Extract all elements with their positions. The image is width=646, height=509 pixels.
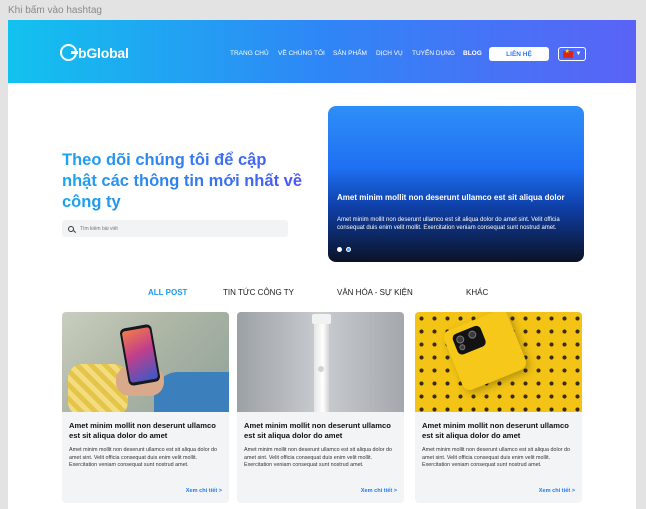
slider-dot-1[interactable] xyxy=(337,247,342,252)
nav-item-services[interactable]: DỊCH VỤ xyxy=(376,50,403,57)
logo-g-icon xyxy=(60,44,78,61)
read-more-link[interactable]: Xem chi tiết > xyxy=(186,488,222,494)
frame-label: Khi bấm vào hashtag xyxy=(8,5,102,16)
post-card[interactable]: Amet minim mollit non deserunt ullamco e… xyxy=(415,312,582,503)
blog-page: bGlobal TRANG CHỦ VỀ CHÚNG TÔI SẢN PHẨM … xyxy=(8,20,636,509)
logo[interactable]: bGlobal xyxy=(60,44,129,61)
featured-slider[interactable]: Amet minim mollit non deserunt ullamco e… xyxy=(328,106,584,262)
slider-dots xyxy=(337,247,351,252)
post-thumbnail-phone-in-hand xyxy=(62,312,229,412)
tab-company-news[interactable]: TIN TỨC CÔNG TY xyxy=(223,288,294,297)
post-excerpt: Amet minim mollit non deserunt ullamco e… xyxy=(244,447,393,468)
logo-text: bGlobal xyxy=(78,44,129,61)
tab-culture-events[interactable]: VĂN HÓA - SỰ KIỆN xyxy=(337,288,413,297)
post-excerpt: Amet minim mollit non deserunt ullamco e… xyxy=(422,447,571,468)
tab-all-post[interactable]: ALL POST xyxy=(148,288,187,297)
search-icon xyxy=(68,225,74,232)
tab-other[interactable]: KHÁC xyxy=(466,288,488,297)
post-excerpt: Amet minim mollit non deserunt ullamco e… xyxy=(69,447,218,468)
nav-item-blog[interactable]: BLOG xyxy=(463,50,482,57)
search-bar[interactable] xyxy=(62,220,288,237)
contact-button[interactable]: LIÊN HỆ xyxy=(489,47,549,61)
site-header: bGlobal TRANG CHỦ VỀ CHÚNG TÔI SẢN PHẨM … xyxy=(8,20,636,83)
language-selector[interactable]: ▼ xyxy=(558,47,586,61)
slider-dot-2[interactable] xyxy=(346,247,351,252)
nav-item-home[interactable]: TRANG CHỦ xyxy=(230,50,269,57)
post-title[interactable]: Amet minim mollit non deserunt ullamco e… xyxy=(422,421,578,441)
nav-item-about[interactable]: VỀ CHÚNG TÔI xyxy=(278,50,325,57)
hero-title: Theo dõi chúng tôi để cập nhật các thông… xyxy=(62,151,302,211)
read-more-link[interactable]: Xem chi tiết > xyxy=(361,488,397,494)
read-more-link[interactable]: Xem chi tiết > xyxy=(539,488,575,494)
search-input[interactable] xyxy=(80,225,270,232)
post-thumbnail-trimmer xyxy=(237,312,404,412)
post-title[interactable]: Amet minim mollit non deserunt ullamco e… xyxy=(244,421,400,441)
post-card[interactable]: Amet minim mollit non deserunt ullamco e… xyxy=(237,312,404,503)
post-thumbnail-yellow-phone xyxy=(415,312,582,412)
post-card[interactable]: Amet minim mollit non deserunt ullamco e… xyxy=(62,312,229,503)
nav-item-careers[interactable]: TUYỂN DỤNG xyxy=(412,50,455,57)
nav-item-products[interactable]: SẢN PHẨM xyxy=(333,50,367,57)
slide-title: Amet minim mollit non deserunt ullamco e… xyxy=(337,193,565,202)
post-title[interactable]: Amet minim mollit non deserunt ullamco e… xyxy=(69,421,225,441)
slide-text: Amet minim mollit non deserunt ullamco e… xyxy=(337,217,560,231)
chevron-down-icon: ▼ xyxy=(575,51,582,57)
vietnam-flag-icon xyxy=(562,48,573,58)
